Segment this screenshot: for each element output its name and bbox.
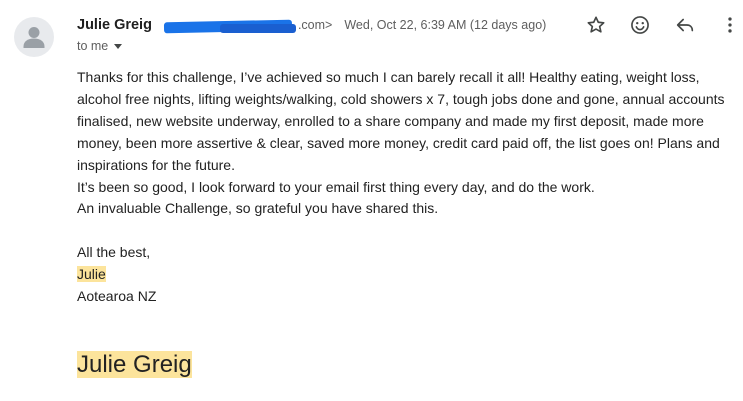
reply-icon [676, 18, 694, 32]
star-outline-icon [587, 16, 605, 33]
recipient-details[interactable]: to me [77, 39, 123, 53]
message-paragraph: It’s been so good, I look forward to you… [77, 178, 595, 195]
sender-email-suffix: .com> [297, 18, 333, 32]
add-reaction-button[interactable] [627, 12, 653, 38]
highlighted-first-name: Julie [77, 266, 106, 283]
highlighted-signature-name: Julie Greig [77, 351, 192, 378]
sender-email: .com> [160, 18, 333, 34]
chevron-down-icon[interactable] [114, 43, 123, 49]
sender-avatar[interactable] [14, 17, 54, 57]
star-button[interactable] [583, 12, 609, 38]
message-body: Thanks for this challenge, I’ve achieved… [77, 67, 739, 308]
more-options-button[interactable] [717, 12, 743, 38]
message-header: Julie Greig .com> Wed, Oct 22, 6:39 AM (… [77, 14, 546, 36]
signature: Julie Greig [77, 349, 192, 381]
first-name-line: Julie [77, 264, 739, 286]
reply-button[interactable] [672, 12, 698, 38]
location-line: Aotearoa NZ [77, 288, 157, 305]
email-message-view: Julie Greig .com> Wed, Oct 22, 6:39 AM (… [0, 0, 743, 401]
message-paragraph: An invaluable Challenge, so grateful you… [77, 200, 439, 217]
message-paragraph: Thanks for this challenge, I’ve achieved… [77, 69, 725, 173]
person-icon [23, 27, 45, 48]
recipient-label: to me [77, 39, 109, 53]
sender-name[interactable]: Julie Greig [77, 17, 152, 33]
emoji-reaction-icon [631, 16, 649, 34]
more-vert-icon [728, 17, 732, 33]
closing-line: All the best, [77, 244, 151, 261]
redaction-mark [219, 24, 296, 33]
message-timestamp[interactable]: Wed, Oct 22, 6:39 AM (12 days ago) [344, 18, 546, 32]
